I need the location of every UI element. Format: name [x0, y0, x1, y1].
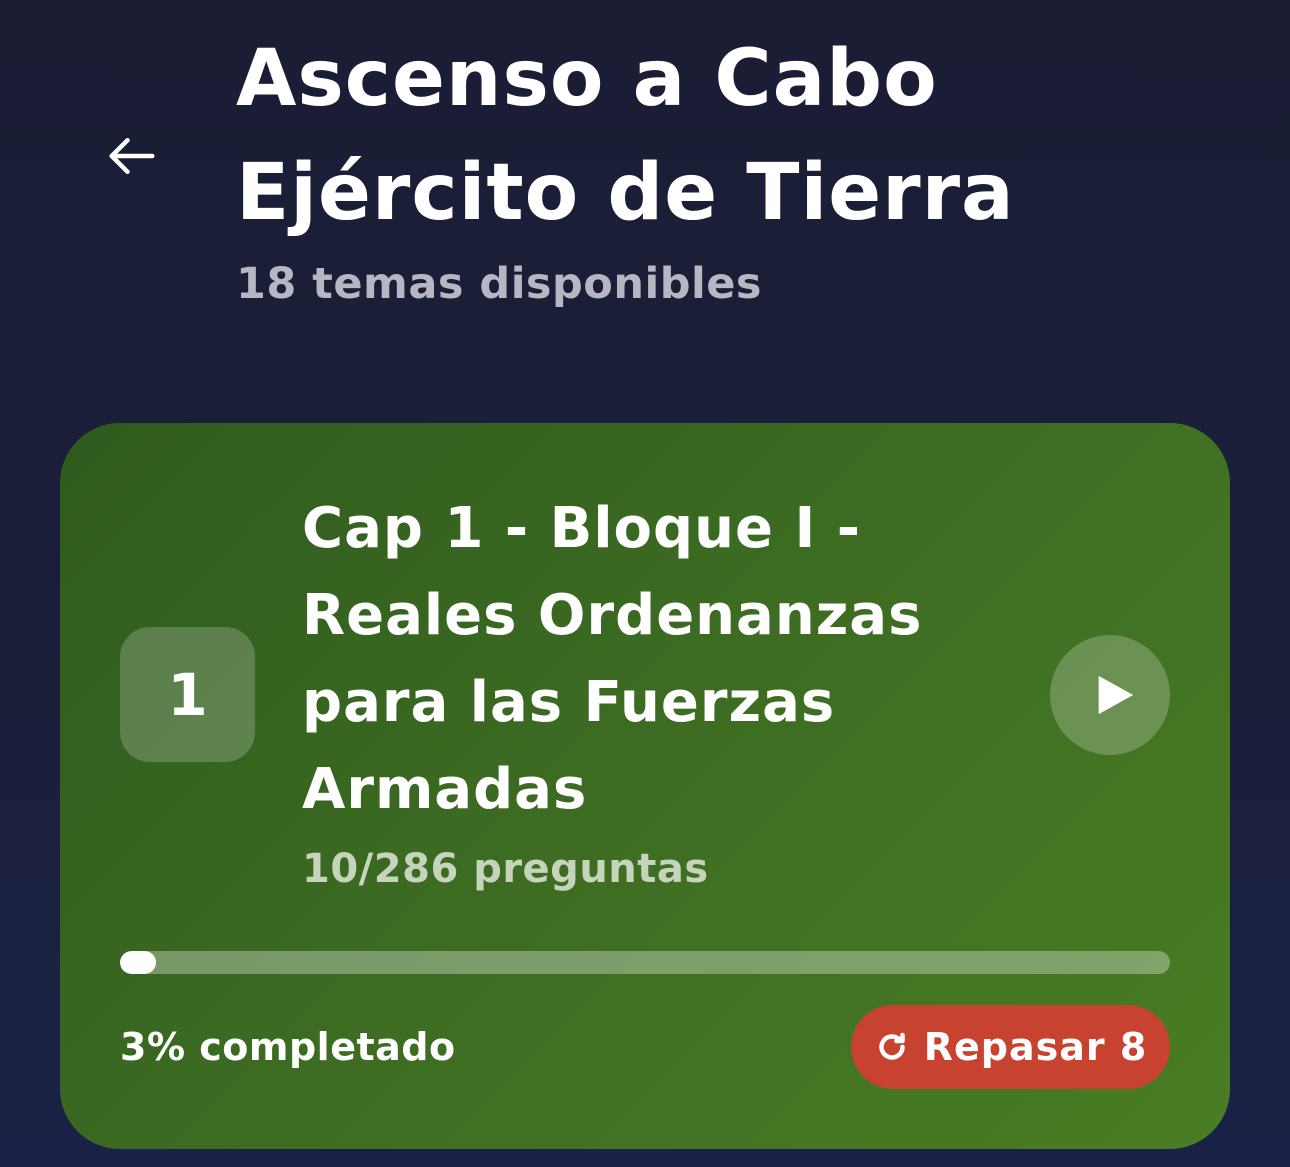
page-title: Ascenso a Cabo Ejército de Tierra: [236, 22, 1236, 250]
progress-label: 3% completado: [120, 1025, 456, 1069]
page-title-line1: Ascenso a Cabo: [236, 34, 938, 124]
progress-fill: [120, 951, 156, 974]
topic-number-badge: 1: [120, 627, 255, 762]
arrow-left-icon: [109, 138, 155, 174]
header: Ascenso a Cabo Ejército de Tierra 18 tem…: [0, 0, 1290, 330]
topic-card[interactable]: 1 Cap 1 - Bloque I - Reales Ordenanzas p…: [60, 423, 1230, 1149]
back-button[interactable]: [100, 122, 164, 190]
review-button[interactable]: Repasar 8: [851, 1005, 1170, 1089]
progress-bar: [120, 951, 1170, 974]
title-block: Ascenso a Cabo Ejército de Tierra 18 tem…: [236, 22, 1236, 312]
play-button[interactable]: [1050, 635, 1170, 755]
play-icon: [1098, 675, 1134, 715]
topic-questions-count: 10/286 preguntas: [302, 846, 709, 892]
topic-title: Cap 1 - Bloque I - Reales Ordenanzas par…: [302, 496, 923, 822]
refresh-icon: [879, 1032, 905, 1060]
review-button-label: Repasar 8: [923, 1025, 1148, 1069]
topics-count: 18 temas disponibles: [236, 259, 762, 309]
page-title-line2: Ejército de Tierra: [236, 148, 1015, 238]
